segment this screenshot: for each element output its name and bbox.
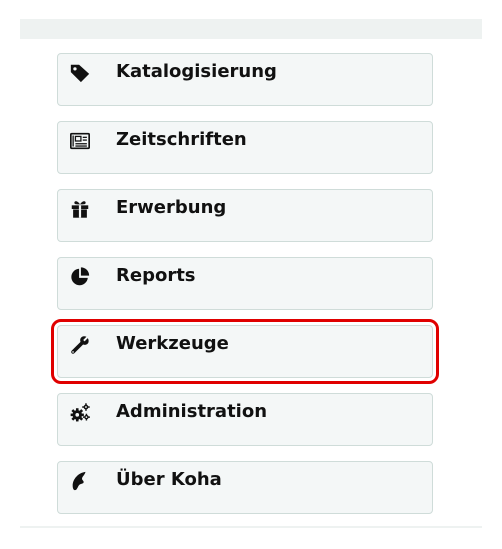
tag-icon (68, 61, 92, 85)
koha-main-page: Katalogisierung Zeitschriften Erwerbung … (0, 0, 502, 549)
main-menu: Katalogisierung Zeitschriften Erwerbung … (51, 53, 439, 529)
menu-item-erwerbung[interactable]: Erwerbung (57, 189, 433, 242)
menu-item-label: Erwerbung (116, 197, 227, 218)
menu-item-zeitschriften[interactable]: Zeitschriften (57, 121, 433, 174)
gift-icon (68, 197, 92, 221)
menu-item-label: Katalogisierung (116, 61, 277, 82)
bottom-divider (20, 526, 482, 528)
menu-item-label: Reports (116, 265, 196, 286)
menu-item-label: Werkzeuge (116, 333, 229, 354)
pie-chart-icon (68, 265, 92, 289)
top-header-strip (20, 19, 482, 39)
menu-item-label: Zeitschriften (116, 129, 247, 150)
menu-item-reports[interactable]: Reports (57, 257, 433, 310)
menu-item-ueber-koha[interactable]: Über Koha (57, 461, 433, 514)
gears-icon (68, 401, 92, 425)
newspaper-icon (68, 129, 92, 153)
menu-item-administration[interactable]: Administration (57, 393, 433, 446)
wrench-icon (68, 333, 92, 357)
menu-item-katalogisierung[interactable]: Katalogisierung (57, 53, 433, 106)
menu-item-werkzeuge[interactable]: Werkzeuge (51, 319, 439, 384)
menu-item-label: Über Koha (116, 469, 222, 490)
menu-item-label: Administration (116, 401, 268, 422)
koha-logo-icon (68, 469, 92, 493)
